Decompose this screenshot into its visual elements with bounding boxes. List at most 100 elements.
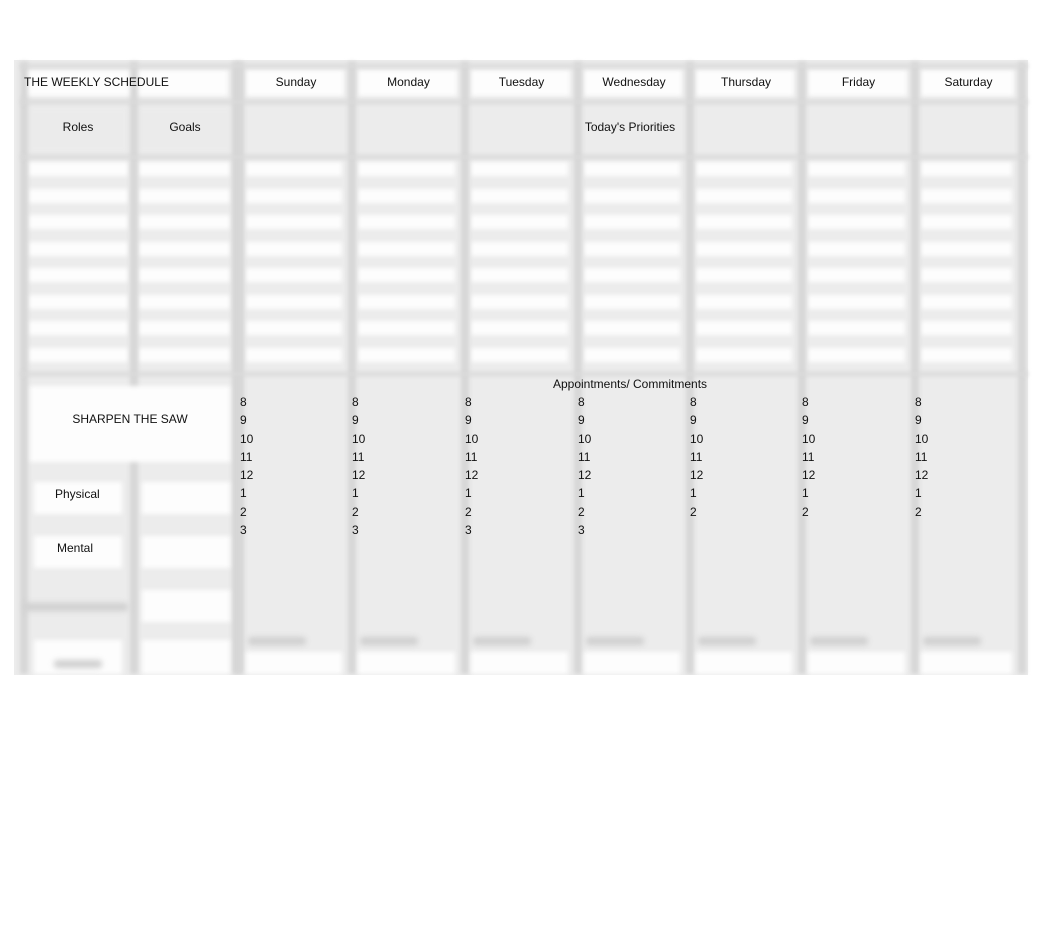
roles-header: Roles bbox=[62, 120, 94, 134]
role-row bbox=[28, 268, 128, 282]
priority-row bbox=[921, 268, 1012, 282]
grid-vline bbox=[20, 62, 28, 674]
extra-goal-cell-2 bbox=[142, 640, 230, 674]
priority-row bbox=[358, 215, 455, 229]
grid-vline bbox=[798, 62, 806, 674]
hours-thursday: 8 9 10 11 12 1 2 bbox=[690, 395, 704, 519]
priority-row bbox=[921, 215, 1012, 229]
grid-vline bbox=[911, 62, 919, 674]
priority-row bbox=[696, 162, 792, 176]
day-footer-cell bbox=[921, 652, 1012, 674]
priority-row bbox=[808, 321, 905, 335]
priority-row bbox=[584, 347, 680, 362]
priority-row bbox=[358, 294, 455, 309]
priority-row bbox=[471, 294, 568, 309]
day-footer-cell bbox=[471, 652, 568, 674]
role-row bbox=[28, 294, 128, 309]
priority-row bbox=[696, 215, 792, 229]
grid-vline bbox=[236, 62, 244, 674]
priority-row bbox=[584, 162, 680, 176]
priority-row bbox=[584, 321, 680, 335]
blurred-footer-label bbox=[360, 637, 418, 645]
goal-row bbox=[138, 162, 230, 176]
priority-row bbox=[584, 268, 680, 282]
priority-row bbox=[696, 321, 792, 335]
role-row bbox=[28, 241, 128, 256]
grid-hline bbox=[20, 100, 1028, 104]
priority-row bbox=[921, 241, 1012, 256]
priority-row bbox=[471, 241, 568, 256]
extra-cell bbox=[34, 640, 122, 674]
priority-row bbox=[358, 241, 455, 256]
grid-hline bbox=[20, 155, 1028, 159]
hours-friday: 8 9 10 11 12 1 2 bbox=[802, 395, 816, 519]
priority-row bbox=[246, 321, 342, 335]
role-row bbox=[28, 162, 128, 176]
priority-row bbox=[584, 294, 680, 309]
priority-row bbox=[921, 294, 1012, 309]
hours-saturday: 8 9 10 11 12 1 2 bbox=[915, 395, 929, 519]
page-bottom bbox=[0, 675, 1062, 930]
day-header-wednesday: Wednesday bbox=[602, 75, 666, 89]
extra-goal-cell bbox=[142, 590, 230, 622]
priority-row bbox=[921, 162, 1012, 176]
grid-vline bbox=[574, 62, 582, 674]
day-footer-cell bbox=[584, 652, 680, 674]
priority-row bbox=[808, 241, 905, 256]
blurred-footer-label bbox=[248, 637, 306, 645]
day-header-tuesday: Tuesday bbox=[498, 75, 545, 89]
priority-row bbox=[246, 347, 342, 362]
blurred-label bbox=[54, 660, 102, 668]
priority-row bbox=[921, 321, 1012, 335]
priority-row bbox=[471, 188, 568, 203]
priority-row bbox=[358, 321, 455, 335]
day-header-friday: Friday bbox=[841, 75, 876, 89]
hours-monday: 8 9 10 11 12 1 2 3 bbox=[352, 395, 366, 538]
grid-vline bbox=[1018, 62, 1026, 674]
physical-goal-cell bbox=[142, 482, 230, 514]
role-row bbox=[28, 347, 128, 362]
priority-row bbox=[921, 347, 1012, 362]
priority-row bbox=[584, 241, 680, 256]
priority-row bbox=[471, 162, 568, 176]
hours-tuesday: 8 9 10 11 12 1 2 3 bbox=[465, 395, 479, 538]
blurred-label bbox=[24, 603, 128, 611]
blurred-footer-label bbox=[698, 637, 756, 645]
priority-row bbox=[246, 241, 342, 256]
priority-row bbox=[696, 294, 792, 309]
goal-row bbox=[138, 294, 230, 309]
grid-vline bbox=[461, 62, 469, 674]
day-header-thursday: Thursday bbox=[720, 75, 772, 89]
priority-row bbox=[921, 188, 1012, 203]
sharpen-item-physical: Physical bbox=[55, 487, 100, 501]
priority-row bbox=[808, 188, 905, 203]
priority-row bbox=[696, 268, 792, 282]
blurred-footer-label bbox=[586, 637, 644, 645]
role-row bbox=[28, 188, 128, 203]
priority-row bbox=[471, 268, 568, 282]
day-footer-cell bbox=[808, 652, 905, 674]
priority-row bbox=[584, 188, 680, 203]
goal-row bbox=[138, 215, 230, 229]
priority-row bbox=[246, 162, 342, 176]
day-header-sunday: Sunday bbox=[275, 75, 317, 89]
grid-vline bbox=[348, 62, 356, 674]
grid-vline bbox=[686, 62, 694, 674]
goal-row bbox=[138, 188, 230, 203]
blurred-footer-label bbox=[810, 637, 868, 645]
day-footer-cell bbox=[696, 652, 792, 674]
priority-row bbox=[358, 347, 455, 362]
priority-row bbox=[808, 215, 905, 229]
grid-hline bbox=[20, 64, 1028, 68]
blurred-footer-label bbox=[473, 637, 531, 645]
priority-row bbox=[696, 241, 792, 256]
day-header-monday: Monday bbox=[387, 75, 430, 89]
role-row bbox=[28, 215, 128, 229]
mental-goal-cell bbox=[142, 536, 230, 568]
priorities-header: Today's Priorities bbox=[584, 120, 676, 134]
appointments-header: Appointments/ Commitments bbox=[552, 377, 708, 391]
schedule-sheet bbox=[14, 60, 1028, 675]
hours-sunday: 8 9 10 11 12 1 2 3 bbox=[240, 395, 254, 538]
hours-wednesday: 8 9 10 11 12 1 2 3 bbox=[578, 395, 592, 538]
priority-row bbox=[808, 347, 905, 362]
